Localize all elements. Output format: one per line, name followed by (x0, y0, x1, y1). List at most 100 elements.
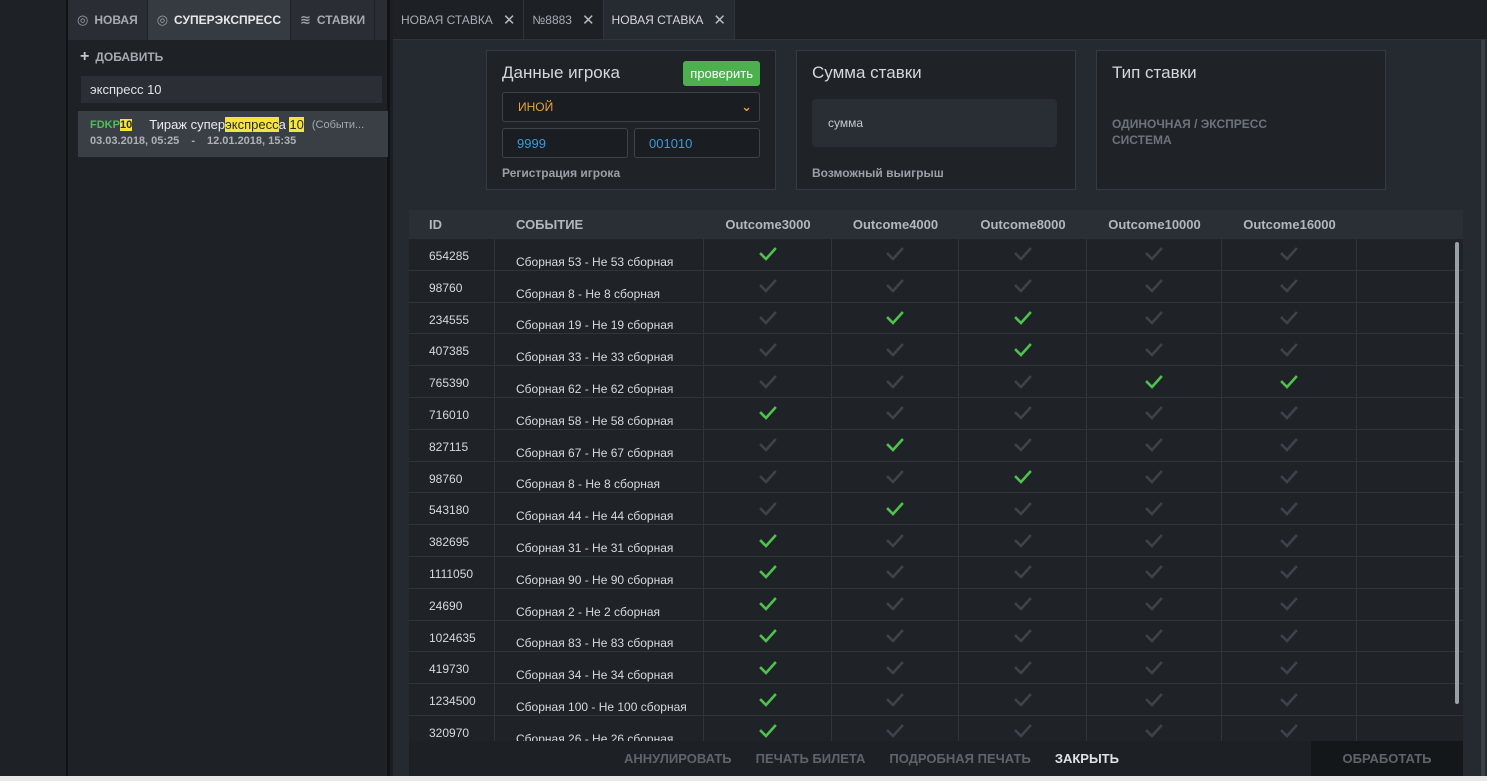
outcome-cell[interactable] (959, 239, 1087, 270)
check-icon[interactable] (1013, 279, 1032, 294)
check-icon[interactable] (886, 692, 904, 707)
check-icon[interactable] (1145, 565, 1163, 580)
outcome-cell[interactable] (832, 366, 959, 397)
outcome-cell[interactable] (1222, 588, 1357, 620)
check-icon[interactable] (886, 533, 904, 548)
table-row[interactable]: 827115 Сборная 67 - Не 67 сборная (409, 429, 1463, 462)
check-icon[interactable] (1280, 724, 1298, 739)
close-button[interactable]: ЗАКРЫТЬ (1055, 751, 1119, 766)
outcome-cell[interactable] (959, 556, 1087, 588)
check-icon[interactable] (1013, 438, 1032, 453)
tab-new[interactable]: ◎ НОВАЯ (68, 0, 148, 40)
outcome-cell[interactable] (1222, 302, 1357, 334)
check-icon[interactable] (758, 692, 777, 707)
check-icon[interactable] (1280, 311, 1298, 325)
check-icon[interactable] (886, 629, 904, 643)
check-icon[interactable] (1013, 629, 1032, 643)
close-icon[interactable]: ✕ (582, 11, 595, 29)
outcome-cell[interactable] (1087, 620, 1222, 652)
outcome-cell[interactable] (959, 493, 1087, 525)
check-icon[interactable] (886, 660, 904, 675)
outcome-cell[interactable] (832, 620, 959, 652)
verify-button[interactable]: проверить (683, 61, 760, 86)
check-icon[interactable] (1145, 247, 1163, 262)
check-icon[interactable] (1280, 660, 1298, 675)
search-result-item[interactable]: FDKP10 Тираж суперэкспресса 10 (Событи..… (78, 111, 388, 157)
check-icon[interactable] (1013, 247, 1032, 262)
outcome-cell[interactable] (832, 715, 959, 741)
outcome-cell[interactable] (1087, 429, 1222, 461)
check-icon[interactable] (758, 533, 777, 548)
check-icon[interactable] (1145, 406, 1163, 421)
outcome-cell[interactable] (959, 525, 1087, 556)
outcome-cell[interactable] (1222, 652, 1357, 684)
table-row[interactable]: 1234500 Сборная 100 - Не 100 сборная (409, 684, 1463, 716)
check-icon[interactable] (1280, 342, 1298, 357)
check-icon[interactable] (1013, 692, 1032, 707)
check-icon[interactable] (1013, 501, 1032, 516)
outcome-cell[interactable] (832, 556, 959, 588)
outcome-cell[interactable] (1087, 270, 1222, 302)
outcome-cell[interactable] (1087, 715, 1222, 741)
outcome-cell[interactable] (959, 715, 1087, 741)
outcome-cell[interactable] (959, 684, 1087, 715)
outcome-cell[interactable] (959, 397, 1087, 429)
outcome-cell[interactable] (959, 270, 1087, 302)
outcome-cell[interactable] (1222, 493, 1357, 525)
outcome-cell[interactable] (704, 270, 832, 302)
outcome-cell[interactable] (959, 334, 1087, 366)
outcome-cell[interactable] (1087, 556, 1222, 588)
outcome-cell[interactable] (1087, 334, 1222, 366)
check-icon[interactable] (1145, 597, 1163, 612)
check-icon[interactable] (1145, 501, 1163, 516)
check-icon[interactable] (1013, 660, 1032, 675)
tab-bet-8883[interactable]: №8883 ✕ (524, 0, 604, 39)
check-icon[interactable] (886, 438, 904, 453)
outcome-cell[interactable] (1222, 270, 1357, 302)
close-icon[interactable]: ✕ (503, 11, 516, 29)
check-icon[interactable] (758, 501, 777, 516)
check-icon[interactable] (1145, 342, 1163, 357)
check-icon[interactable] (1145, 533, 1163, 548)
check-icon[interactable] (886, 724, 904, 739)
outcome-cell[interactable] (959, 461, 1087, 493)
outcome-cell[interactable] (704, 429, 832, 461)
check-icon[interactable] (1280, 597, 1298, 612)
outcome-cell[interactable] (704, 588, 832, 620)
outcome-cell[interactable] (1222, 397, 1357, 429)
outcome-cell[interactable] (959, 652, 1087, 684)
outcome-cell[interactable] (1222, 334, 1357, 366)
outcome-cell[interactable] (832, 461, 959, 493)
outcome-cell[interactable] (832, 652, 959, 684)
outcome-cell[interactable] (704, 461, 832, 493)
table-row[interactable]: 419730 Сборная 34 - Не 34 сборная (409, 652, 1463, 685)
check-icon[interactable] (1280, 470, 1298, 484)
check-icon[interactable] (1013, 533, 1032, 548)
check-icon[interactable] (758, 342, 777, 357)
check-icon[interactable] (886, 374, 904, 389)
check-icon[interactable] (1280, 629, 1298, 643)
check-icon[interactable] (758, 374, 777, 389)
check-icon[interactable] (758, 247, 777, 262)
outcome-cell[interactable] (1087, 366, 1222, 397)
outcome-cell[interactable] (1087, 461, 1222, 493)
table-row[interactable]: 716010 Сборная 58 - Не 58 сборная (409, 397, 1463, 430)
check-icon[interactable] (1145, 470, 1163, 484)
check-icon[interactable] (758, 660, 777, 675)
check-icon[interactable] (758, 438, 777, 453)
print-ticket-button[interactable]: ПЕЧАТЬ БИЛЕТА (756, 751, 866, 766)
tab-bets[interactable]: ≋ СТАВКИ (291, 0, 376, 40)
check-icon[interactable] (758, 279, 777, 294)
check-icon[interactable] (1013, 470, 1032, 484)
outcome-cell[interactable] (832, 684, 959, 715)
tab-new-bet-1[interactable]: НОВАЯ СТАВКА ✕ (393, 0, 525, 39)
check-icon[interactable] (1145, 724, 1163, 739)
outcome-cell[interactable] (832, 239, 959, 270)
table-scrollbar[interactable] (1455, 242, 1459, 704)
check-icon[interactable] (758, 629, 777, 643)
process-button[interactable]: ОБРАБОТАТЬ (1311, 741, 1463, 776)
outcome-cell[interactable] (832, 588, 959, 620)
outcome-cell[interactable] (832, 270, 959, 302)
table-row[interactable]: 98760 Сборная 8 - Не 8 сборная (409, 270, 1463, 303)
check-icon[interactable] (1013, 597, 1032, 612)
